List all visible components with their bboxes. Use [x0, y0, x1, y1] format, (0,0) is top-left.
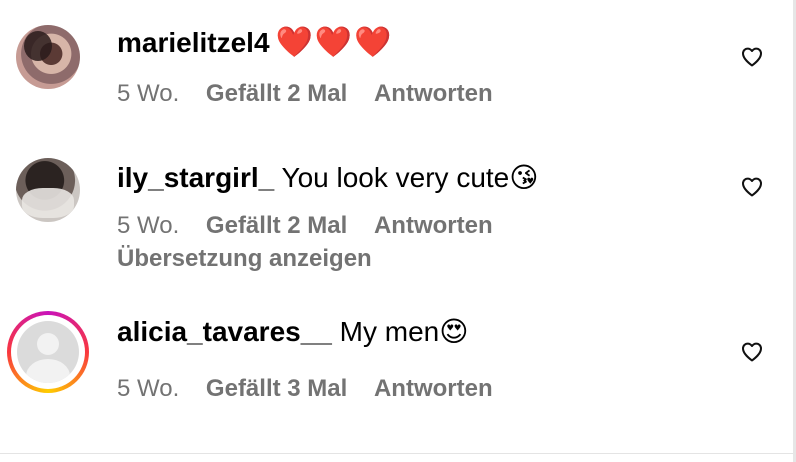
like-count[interactable]: Gefällt 3 Mal [206, 375, 347, 402]
like-count[interactable]: Gefällt 2 Mal [206, 212, 347, 239]
comment-time[interactable]: 5 Wo. [117, 212, 179, 239]
avatar[interactable] [16, 158, 80, 222]
see-translation-link[interactable]: Übersetzung anzeigen [117, 245, 372, 273]
hearts-emoji: ❤️❤️❤️ [275, 26, 394, 59]
heart-outline-icon[interactable] [739, 340, 765, 364]
default-avatar-icon [17, 321, 79, 383]
story-ring[interactable] [7, 311, 89, 393]
comment-username[interactable]: alicia_tavares__ [117, 316, 332, 347]
avatar[interactable] [16, 25, 80, 89]
comment-time[interactable]: 5 Wo. [117, 80, 179, 107]
comment-body: ily_stargirl_ You look very cute😘 [117, 161, 538, 195]
comment-username[interactable]: marielitzel4 [117, 27, 270, 58]
reply-button[interactable]: Antworten [374, 375, 493, 402]
heart-eyes-emoji: 😍 [439, 316, 469, 347]
comment-text: You look very cute [274, 162, 510, 193]
comment-username[interactable]: ily_stargirl_ [117, 162, 274, 193]
comment-meta: 5 Wo. Gefällt 3 Mal Antworten [117, 375, 513, 403]
reply-button[interactable]: Antworten [374, 80, 493, 107]
comment-text: My men [331, 316, 440, 347]
divider [0, 453, 793, 454]
comment-time[interactable]: 5 Wo. [117, 375, 179, 402]
heart-outline-icon[interactable] [739, 175, 765, 199]
like-count[interactable]: Gefällt 2 Mal [206, 80, 347, 107]
kiss-emoji: 😘 [509, 162, 539, 193]
comment-meta: 5 Wo. Gefällt 2 Mal Antworten [117, 212, 513, 240]
heart-outline-icon[interactable] [739, 45, 765, 69]
comment-body: alicia_tavares__ My men😍 [117, 315, 468, 349]
reply-button[interactable]: Antworten [374, 212, 493, 239]
story-ring-gap [11, 315, 85, 389]
comment-meta: 5 Wo. Gefällt 2 Mal Antworten [117, 80, 513, 108]
comment-body: marielitzel4 ❤️❤️❤️ [117, 26, 394, 60]
